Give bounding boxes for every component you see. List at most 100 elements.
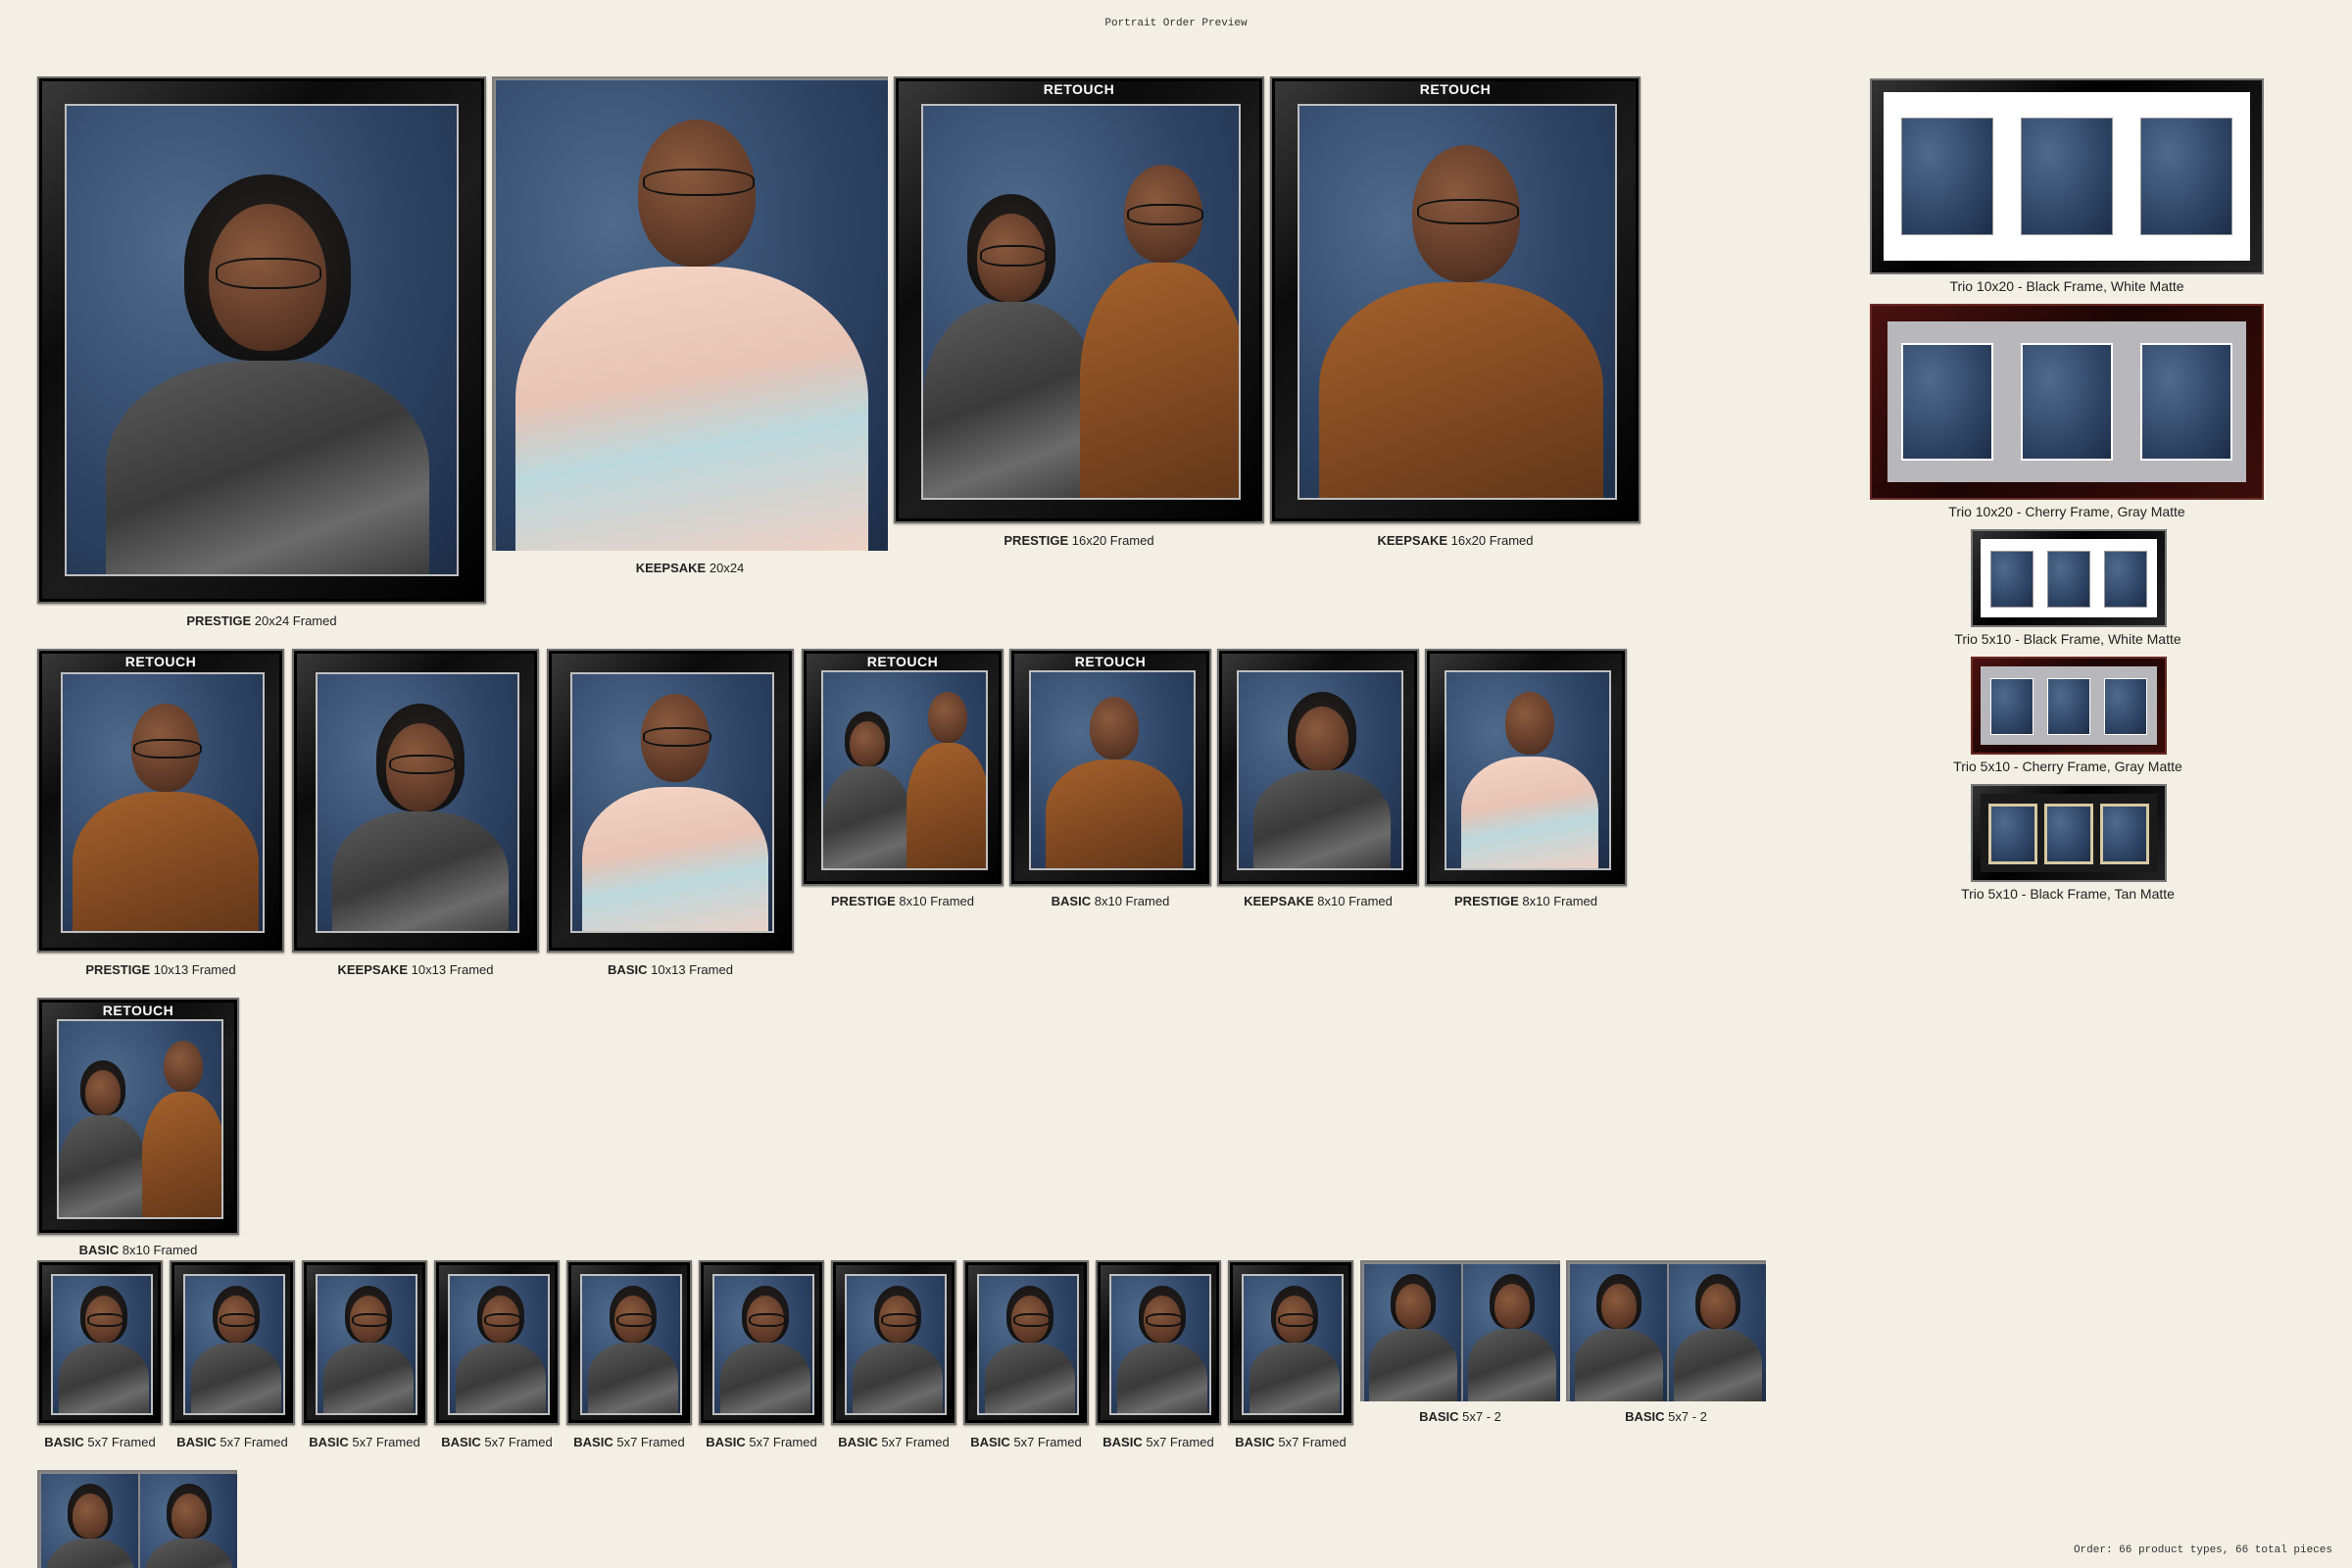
portrait-photo — [140, 1474, 237, 1568]
tier-label: PRESTIGE — [1454, 894, 1519, 908]
tier-label: KEEPSAKE — [635, 561, 707, 575]
portrait-photo — [316, 1274, 417, 1415]
product-basic-5x7-framed[interactable]: BASIC 5x7 Framed — [170, 1260, 295, 1452]
product-keepsake-16x20-framed[interactable]: RETOUCH KEEPSAKE 16x20 Framed — [1270, 76, 1641, 551]
portrait-photo — [921, 104, 1241, 500]
tier-label: KEEPSAKE — [1377, 533, 1448, 548]
product-desc: 5x7 Framed — [352, 1435, 420, 1449]
portrait-photo — [41, 1474, 138, 1568]
product-unframed-pair-partial[interactable] — [37, 1470, 237, 1568]
tier-label: BASIC — [838, 1435, 878, 1449]
trio-photo — [2044, 804, 2093, 864]
trio-photo — [1901, 118, 1993, 235]
trio-photo — [1901, 343, 1993, 461]
portrait-photo — [1109, 1274, 1211, 1415]
trio-caption: Trio 5x10 - Black Frame, White Matte — [1954, 631, 2181, 647]
retouch-badge: RETOUCH — [1419, 81, 1492, 97]
retouch-badge: RETOUCH — [866, 654, 939, 669]
portrait-photo — [1298, 104, 1617, 500]
portrait-photo — [1029, 670, 1196, 870]
trio-photo — [2021, 343, 2113, 461]
tier-label: PRESTIGE — [186, 613, 252, 628]
trio-photo — [2104, 551, 2147, 608]
tier-label: BASIC — [1419, 1409, 1459, 1424]
portrait-photo — [580, 1274, 682, 1415]
product-basic-5x7-framed[interactable]: BASIC 5x7 Framed — [434, 1260, 560, 1452]
product-desc: 5x7 Framed — [484, 1435, 553, 1449]
portrait-photo — [183, 1274, 285, 1415]
portrait-photo — [65, 104, 459, 576]
product-desc: 8x10 Framed — [1317, 894, 1393, 908]
portrait-photo — [977, 1274, 1079, 1415]
product-trio-10x20-black-white[interactable]: Trio 10x20 - Black Frame, White Matte — [1870, 78, 2264, 296]
product-basic-5x7-2-pack[interactable]: BASIC 5x7 - 2 — [1360, 1260, 1560, 1427]
trio-photo — [2104, 678, 2147, 735]
retouch-badge: RETOUCH — [124, 654, 197, 669]
product-trio-5x10-black-white[interactable]: Trio 5x10 - Black Frame, White Matte — [1950, 529, 2185, 651]
tier-label: PRESTIGE — [831, 894, 896, 908]
product-desc: 8x10 Framed — [1094, 894, 1170, 908]
product-desc: 8x10 Framed — [122, 1243, 198, 1257]
tier-label: BASIC — [970, 1435, 1010, 1449]
trio-caption: Trio 10x20 - Cherry Frame, Gray Matte — [1948, 504, 2185, 519]
retouch-badge: RETOUCH — [102, 1003, 174, 1018]
product-desc: 5x7 Framed — [220, 1435, 288, 1449]
product-basic-5x7-framed[interactable]: BASIC 5x7 Framed — [831, 1260, 956, 1452]
product-basic-5x7-framed[interactable]: BASIC 5x7 Framed — [1228, 1260, 1353, 1452]
product-desc: 10x13 Framed — [153, 962, 236, 977]
product-trio-5x10-black-tan[interactable]: Trio 5x10 - Black Frame, Tan Matte — [1950, 784, 2185, 906]
product-trio-5x10-cherry-gray[interactable]: Trio 5x10 - Cherry Frame, Gray Matte — [1950, 657, 2185, 778]
trio-photo — [1990, 678, 2034, 735]
portrait-photo — [712, 1274, 814, 1415]
portrait-photo — [1570, 1264, 1667, 1401]
product-desc: 20x24 Framed — [254, 613, 337, 628]
product-desc: 5x7 Framed — [749, 1435, 817, 1449]
product-basic-5x7-framed[interactable]: BASIC 5x7 Framed — [566, 1260, 692, 1452]
tier-label: KEEPSAKE — [337, 962, 409, 977]
product-basic-10x13-framed[interactable]: BASIC 10x13 Framed — [547, 649, 794, 982]
product-basic-5x7-2-pack[interactable]: BASIC 5x7 - 2 — [1566, 1260, 1766, 1427]
product-prestige-8x10-framed-couple[interactable]: RETOUCH PRESTIGE 8x10 Framed — [802, 649, 1004, 913]
product-basic-5x7-framed[interactable]: BASIC 5x7 Framed — [37, 1260, 163, 1452]
product-prestige-20x24-framed[interactable]: PRESTIGE 20x24 Framed — [37, 76, 486, 628]
trio-photo — [2100, 804, 2149, 864]
tier-label: BASIC — [44, 1435, 84, 1449]
product-basic-5x7-framed[interactable]: BASIC 5x7 Framed — [963, 1260, 1089, 1452]
product-prestige-8x10-framed[interactable]: PRESTIGE 8x10 Framed — [1425, 649, 1627, 913]
product-basic-5x7-framed[interactable]: BASIC 5x7 Framed — [699, 1260, 824, 1452]
product-keepsake-10x13-framed[interactable]: KEEPSAKE 10x13 Framed — [292, 649, 539, 982]
product-prestige-16x20-framed[interactable]: RETOUCH PRESTIGE 16x20 Framed — [894, 76, 1264, 551]
tier-label: PRESTIGE — [1004, 533, 1069, 548]
product-desc: 16x20 Framed — [1071, 533, 1154, 548]
trio-photo — [1990, 551, 2034, 608]
product-keepsake-20x24[interactable]: KEEPSAKE 20x24 — [492, 76, 888, 576]
product-keepsake-8x10-framed[interactable]: KEEPSAKE 8x10 Framed — [1217, 649, 1419, 913]
trio-caption: Trio 10x20 - Black Frame, White Matte — [1949, 278, 2184, 294]
trio-photo — [2140, 343, 2232, 461]
portrait-photo — [57, 1019, 223, 1219]
product-prestige-10x13-framed[interactable]: RETOUCH PRESTIGE 10x13 Framed — [37, 649, 284, 982]
trio-caption: Trio 5x10 - Cherry Frame, Gray Matte — [1953, 759, 2182, 774]
tier-label: BASIC — [608, 962, 648, 977]
product-desc: 10x13 Framed — [651, 962, 733, 977]
tier-label: BASIC — [441, 1435, 481, 1449]
portrait-photo — [316, 672, 519, 933]
product-basic-5x7-framed[interactable]: BASIC 5x7 Framed — [1096, 1260, 1221, 1452]
tier-label: PRESTIGE — [85, 962, 151, 977]
product-trio-10x20-cherry-gray[interactable]: Trio 10x20 - Cherry Frame, Gray Matte — [1870, 304, 2264, 521]
product-desc: 5x7 - 2 — [1668, 1409, 1707, 1424]
tier-label: BASIC — [1102, 1435, 1143, 1449]
product-desc: 10x13 Framed — [411, 962, 494, 977]
portrait-photo — [845, 1274, 947, 1415]
tier-label: BASIC — [1625, 1409, 1665, 1424]
portrait-photo — [1237, 670, 1403, 870]
portrait-photo — [570, 672, 774, 933]
product-basic-8x10-framed-couple[interactable]: RETOUCH BASIC 8x10 Framed — [37, 998, 239, 1262]
trio-photo — [2047, 551, 2090, 608]
product-basic-5x7-framed[interactable]: BASIC 5x7 Framed — [302, 1260, 427, 1452]
product-desc: 5x7 Framed — [1278, 1435, 1347, 1449]
tier-label: BASIC — [1051, 894, 1092, 908]
trio-caption: Trio 5x10 - Black Frame, Tan Matte — [1961, 886, 2175, 902]
retouch-badge: RETOUCH — [1074, 654, 1147, 669]
product-basic-8x10-framed[interactable]: RETOUCH BASIC 8x10 Framed — [1009, 649, 1211, 913]
